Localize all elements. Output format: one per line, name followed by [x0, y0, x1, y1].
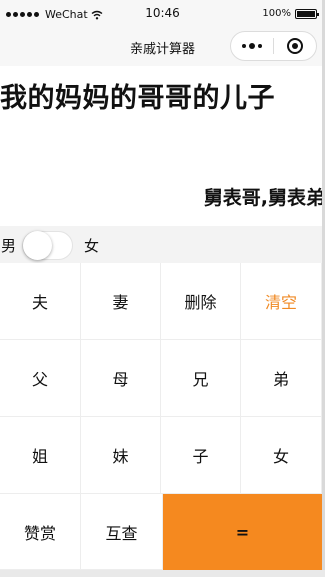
gender-bar: 男 女 [0, 226, 325, 263]
gender-toggle[interactable] [22, 231, 73, 260]
key-older-sister[interactable]: 姐 [0, 417, 81, 494]
battery-icon [295, 8, 319, 19]
close-mini-program-icon[interactable] [274, 38, 316, 54]
nav-bar: 亲戚计算器 [0, 28, 325, 66]
key-younger-brother[interactable]: 弟 [241, 340, 322, 417]
keypad: 夫 妻 删除 清空 父 母 兄 弟 姐 妹 子 女 赞赏 互查 = [0, 263, 322, 570]
key-wife[interactable]: 妻 [81, 263, 161, 340]
key-mother[interactable]: 母 [81, 340, 161, 417]
more-options-icon[interactable] [231, 43, 273, 49]
gender-female-label: 女 [84, 237, 100, 255]
equals-button[interactable]: = [163, 494, 322, 570]
mini-program-capsule [230, 31, 317, 61]
key-daughter[interactable]: 女 [241, 417, 322, 494]
bottom-edge-divider [0, 570, 325, 577]
key-younger-sister[interactable]: 妹 [81, 417, 161, 494]
key-husband[interactable]: 夫 [0, 263, 81, 340]
gender-male-label: 男 [1, 237, 17, 255]
toggle-knob [23, 231, 52, 260]
relation-input-display: 我的妈妈的哥哥的儿子 [0, 83, 275, 114]
donate-button[interactable]: 赞赏 [0, 494, 81, 570]
battery-status: 100% [262, 8, 319, 19]
status-bar: WeChat 10:46 100% [0, 0, 325, 28]
delete-button[interactable]: 删除 [161, 263, 241, 340]
battery-percent: 100% [262, 8, 291, 19]
mutual-check-button[interactable]: 互查 [81, 494, 163, 570]
key-older-brother[interactable]: 兄 [161, 340, 241, 417]
key-son[interactable]: 子 [161, 417, 241, 494]
clear-button[interactable]: 清空 [241, 263, 322, 340]
key-father[interactable]: 父 [0, 340, 81, 417]
relation-result-display: 舅表哥,舅表弟 [203, 187, 325, 209]
